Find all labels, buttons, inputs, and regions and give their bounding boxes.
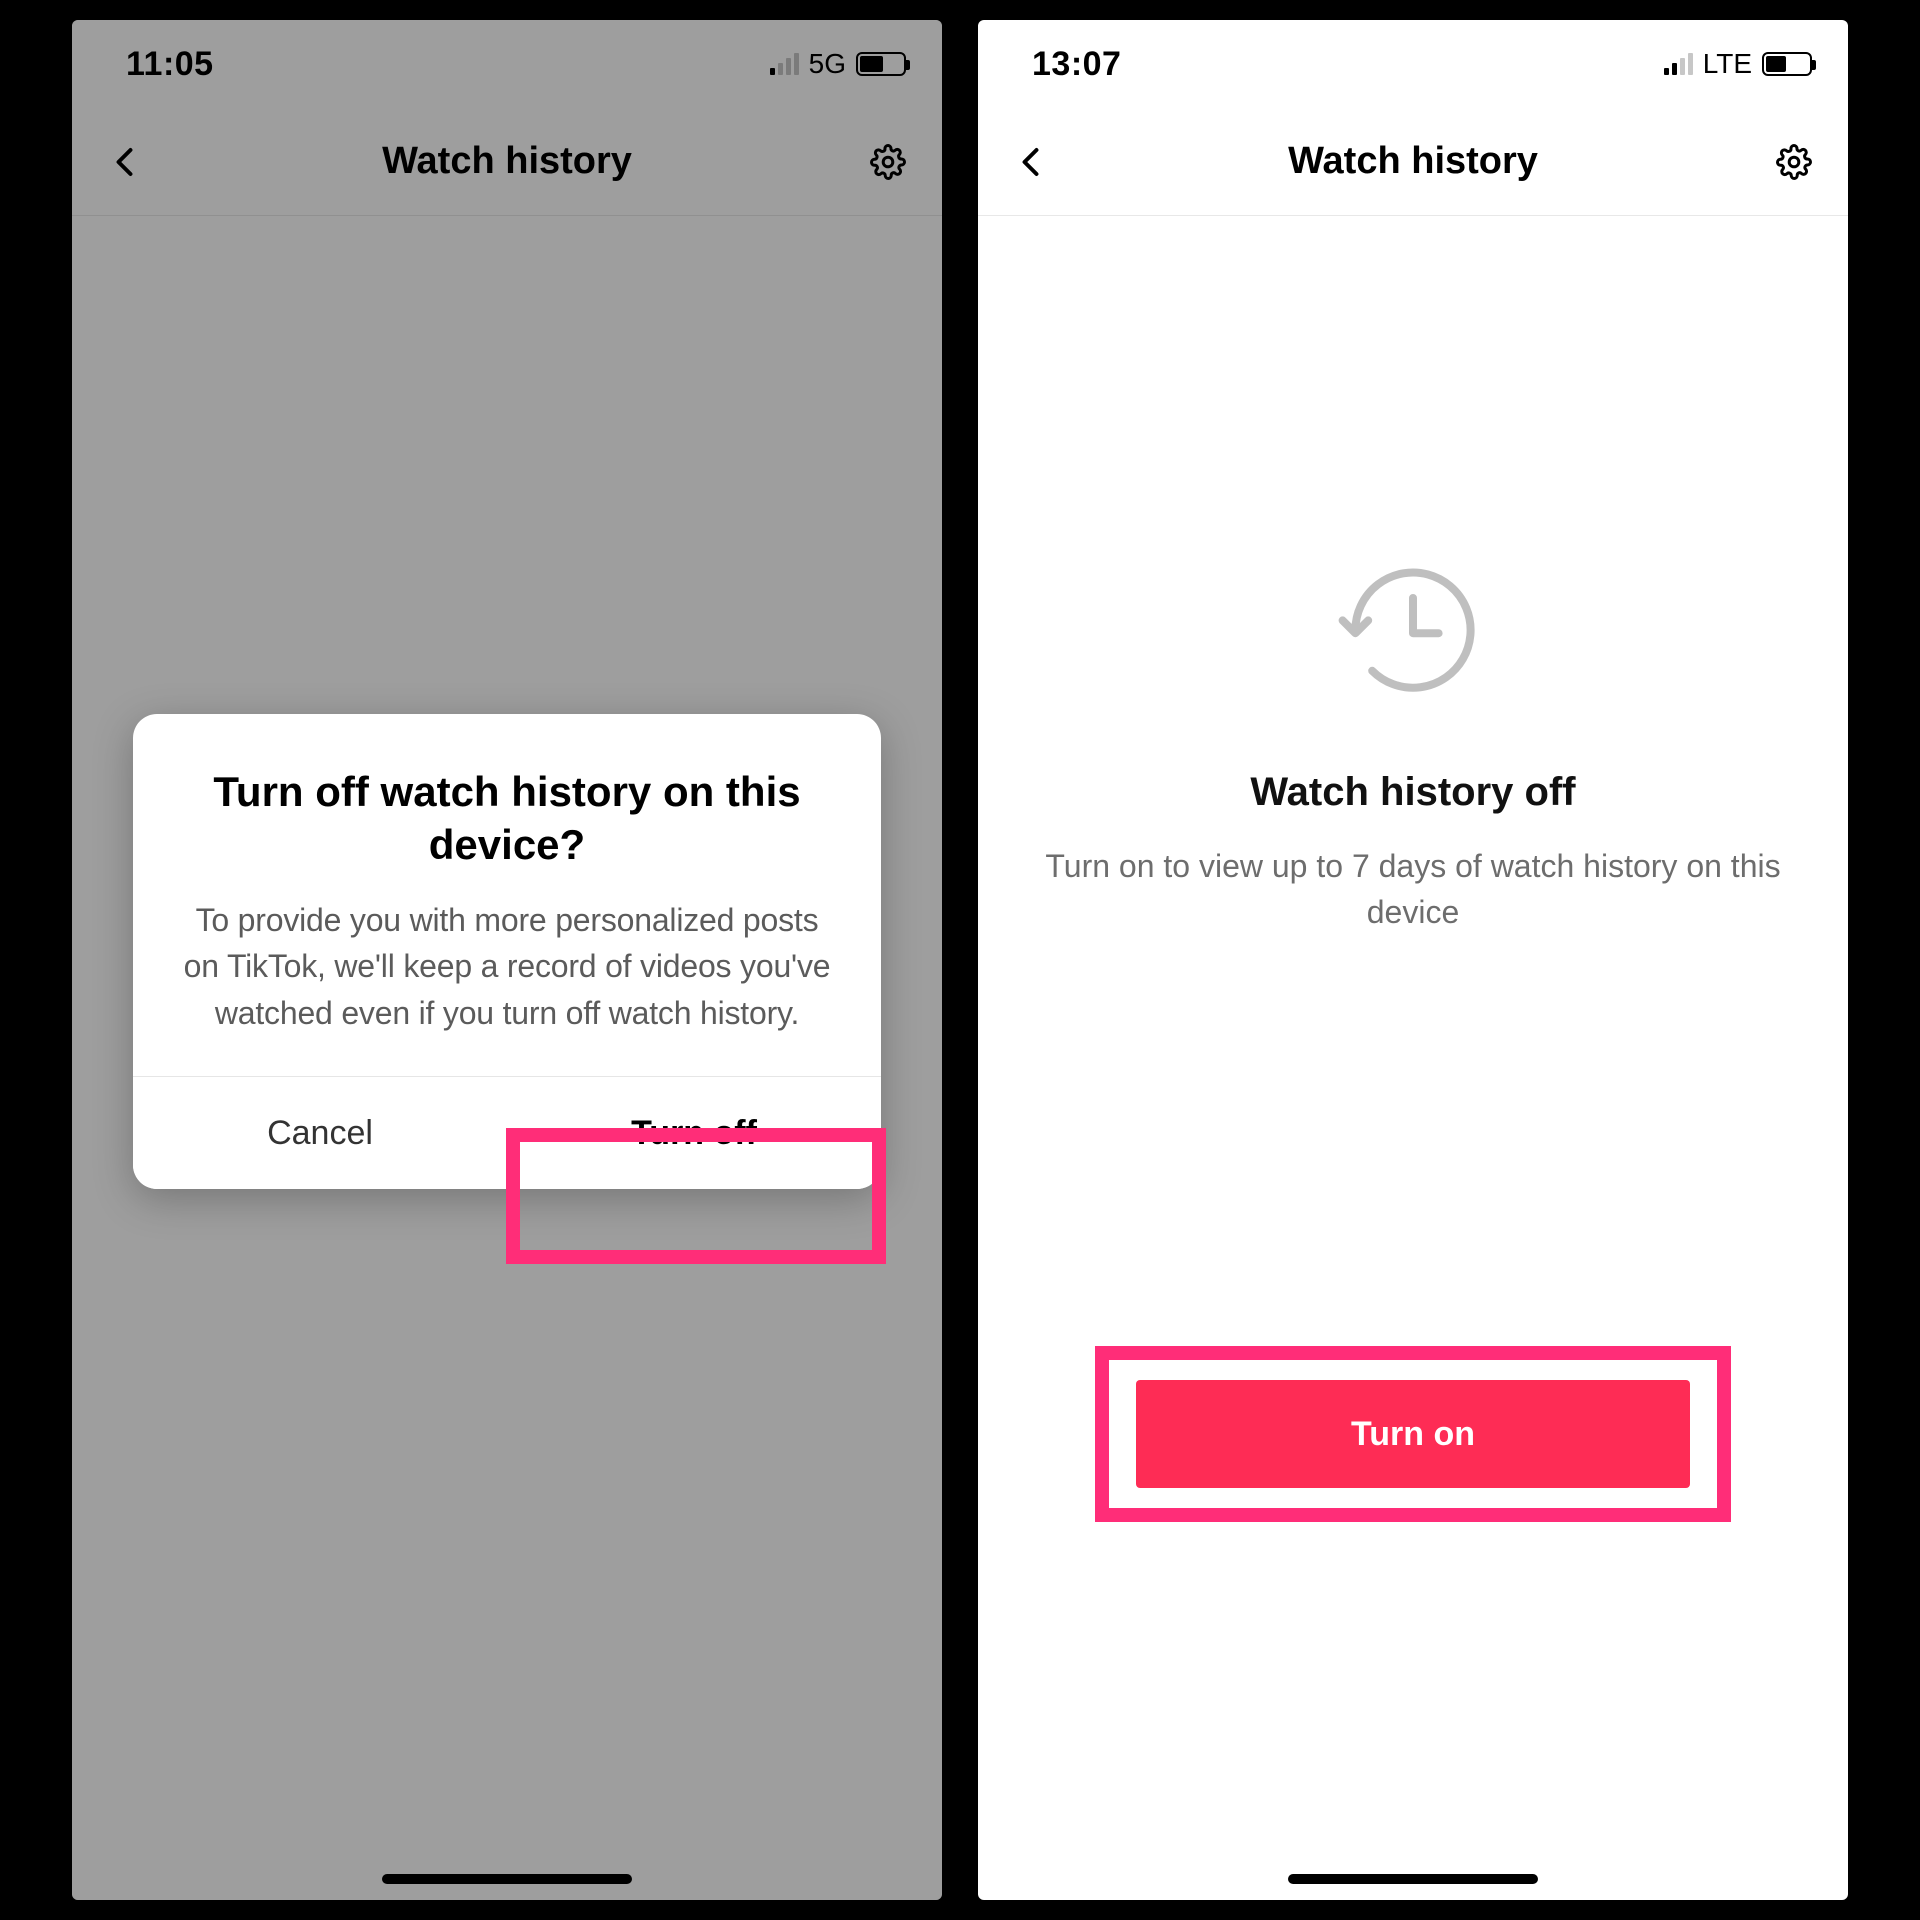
- home-indicator[interactable]: [382, 1874, 632, 1884]
- status-bar: 13:07 LTE: [978, 20, 1848, 108]
- dialog-body-text: To provide you with more personalized po…: [177, 897, 837, 1036]
- cancel-button[interactable]: Cancel: [133, 1077, 507, 1189]
- battery-icon: [1762, 52, 1812, 76]
- nav-bar: Watch history: [978, 108, 1848, 216]
- history-icon: [1038, 550, 1788, 710]
- back-icon[interactable]: [1006, 136, 1058, 188]
- status-right: LTE: [1664, 48, 1812, 80]
- empty-title: Watch history off: [1038, 770, 1788, 815]
- dialog-title: Turn off watch history on this device?: [177, 766, 837, 871]
- empty-subtitle: Turn on to view up to 7 days of watch hi…: [1038, 843, 1788, 936]
- gear-icon[interactable]: [1768, 136, 1820, 188]
- turn-on-button[interactable]: Turn on: [1136, 1380, 1690, 1488]
- highlight-frame-turn-on: Turn on: [1095, 1346, 1731, 1522]
- phone-right: 13:07 LTE Watch history: [978, 20, 1848, 1900]
- turn-off-button[interactable]: Turn off: [507, 1077, 881, 1189]
- home-indicator[interactable]: [1288, 1874, 1538, 1884]
- network-label: LTE: [1703, 48, 1752, 80]
- signal-icon: [1664, 53, 1693, 75]
- page-title: Watch history: [1288, 140, 1538, 183]
- status-time: 13:07: [1032, 45, 1121, 84]
- confirm-dialog: Turn off watch history on this device? T…: [133, 714, 881, 1189]
- empty-state: Watch history off Turn on to view up to …: [978, 550, 1848, 936]
- phone-left: 11:05 5G Watch history Turn off watch hi…: [72, 20, 942, 1900]
- dialog-actions: Cancel Turn off: [133, 1076, 881, 1189]
